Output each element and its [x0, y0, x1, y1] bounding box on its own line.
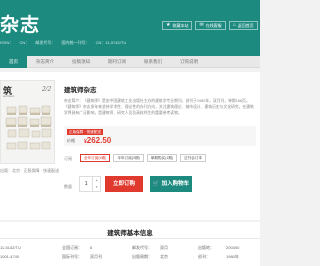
info-label: 出版周期：: [132, 254, 152, 259]
nav-item-subscribe[interactable]: 期刊订阅: [99, 56, 135, 68]
star-icon: ★: [166, 22, 171, 28]
price-label: 价格: [67, 138, 75, 143]
guarantee-badge: 正版保障 · 快速配送: [67, 129, 103, 135]
header-actions: ★ 收藏本站 ✉ 在线客服 ⌂ 返回首页: [162, 21, 258, 30]
home-label: 返回首页: [237, 23, 254, 28]
info-value: 双月: [160, 245, 168, 250]
info-label: 国际刊号：: [62, 254, 82, 259]
info-value: 北京: [160, 254, 168, 259]
info-value: 1980年: [226, 254, 239, 259]
info-value: 200300: [226, 245, 240, 250]
header-meta: ISSN： CN： 邮发代号： 国内统一刊号： CN：11-5742/TU: [0, 40, 131, 46]
product-card: 筑 2/2 architect 出版：北京 · 正版保障 · 快速配送 建筑师杂…: [0, 72, 260, 220]
quantity-label: 数量: [64, 184, 72, 189]
home-button[interactable]: ⌂ 返回首页: [228, 21, 258, 30]
basic-info-section: 建筑师基本信息 11-5142/TU 全国订阅： 6 邮发代号： 双月 出版地：…: [0, 222, 260, 266]
chat-icon: ✉: [199, 22, 204, 28]
info-label: 全国订阅：: [62, 245, 82, 250]
meta-domestic: 国内统一刊号：: [61, 40, 90, 45]
product-title: 建筑师杂志: [64, 87, 97, 94]
info-value: 双月刊: [90, 254, 102, 259]
info-label: 创刊：: [198, 254, 210, 259]
cover-illustration: [5, 105, 52, 150]
home-icon: ⌂: [232, 22, 236, 28]
cover-caption: 出版：北京 · 正版保障 · 快速配送: [0, 168, 60, 173]
info-value: 6: [90, 245, 93, 250]
site-header: 杂志 ISSN： CN： 邮发代号： 国内统一刊号： CN：11-5742/TU…: [0, 0, 260, 56]
quantity-stepper[interactable]: 1 ▲ ▼: [79, 176, 101, 192]
info-cn-value: 11-5142/TU: [0, 245, 21, 250]
info-title: 建筑师基本信息: [107, 230, 153, 237]
info-label: 出版地：: [198, 245, 214, 250]
add-to-cart-label: 加入购物车: [161, 181, 190, 187]
quantity-steps: ▲ ▼: [93, 177, 100, 191]
option-half-year[interactable]: 半年订阅(3期): [113, 154, 144, 162]
chevron-up-icon[interactable]: ▲: [93, 177, 100, 184]
magazine-cover[interactable]: 筑 2/2 architect: [0, 80, 55, 164]
option-single-issue[interactable]: 单期购买(1期): [146, 154, 178, 162]
nav-item-about[interactable]: 杂志简介: [27, 56, 63, 68]
cover-subtitle: architect: [3, 94, 15, 98]
quantity-value[interactable]: 1: [80, 177, 94, 191]
option-full-year[interactable]: 全年订阅(6期): [80, 154, 111, 162]
meta-cn: CN：: [19, 40, 30, 45]
info-label: 邮发代号：: [132, 245, 152, 250]
divider: [0, 238, 260, 239]
nav-item-home[interactable]: 首页: [0, 56, 27, 68]
site-title: 杂志: [0, 15, 41, 36]
favorite-label: 收藏本站: [172, 23, 189, 28]
meta-postal: 邮发代号：: [35, 40, 56, 45]
meta-cn-number: CN：11-5742/TU: [95, 40, 127, 45]
meta-issn: ISSN：: [0, 40, 14, 45]
price-box: 正版保障 · 快速配送 价格 ¥262.50: [64, 126, 256, 146]
buy-now-button[interactable]: 立即订购: [105, 176, 143, 192]
subscription-options: 全年订阅(6期) 半年订阅(3期) 单期购买(1期) 过刊合订本: [80, 154, 207, 162]
contact-button[interactable]: ✉ 在线客服: [195, 21, 226, 30]
main-nav: 首页 杂志简介 投稿须知 期刊订阅 联系我们 订购说明: [0, 56, 260, 68]
nav-item-order-info[interactable]: 订购说明: [171, 56, 207, 68]
price-value: ¥262.50: [84, 136, 111, 145]
contact-label: 在线客服: [205, 23, 222, 28]
favorite-button[interactable]: ★ 收藏本站: [162, 21, 193, 30]
options-label: 订阅: [64, 156, 72, 161]
cart-icon: 🛒: [152, 181, 160, 187]
add-to-cart-button[interactable]: 🛒 加入购物车: [150, 176, 192, 192]
option-bound-back-issues[interactable]: 过刊合订本: [180, 154, 207, 162]
nav-item-contact[interactable]: 联系我们: [135, 56, 171, 68]
product-description: 杂志简介：《建筑师》是由中国建筑工业出版社主办的建筑学专业期刊，创刊于1980年…: [64, 99, 254, 116]
price-amount: 262.50: [86, 136, 112, 145]
nav-item-submission[interactable]: 投稿须知: [63, 56, 99, 68]
info-issn-value: 1001-4740: [0, 254, 20, 259]
chevron-down-icon[interactable]: ▼: [93, 184, 100, 191]
cover-issue: 2/2: [42, 85, 51, 93]
